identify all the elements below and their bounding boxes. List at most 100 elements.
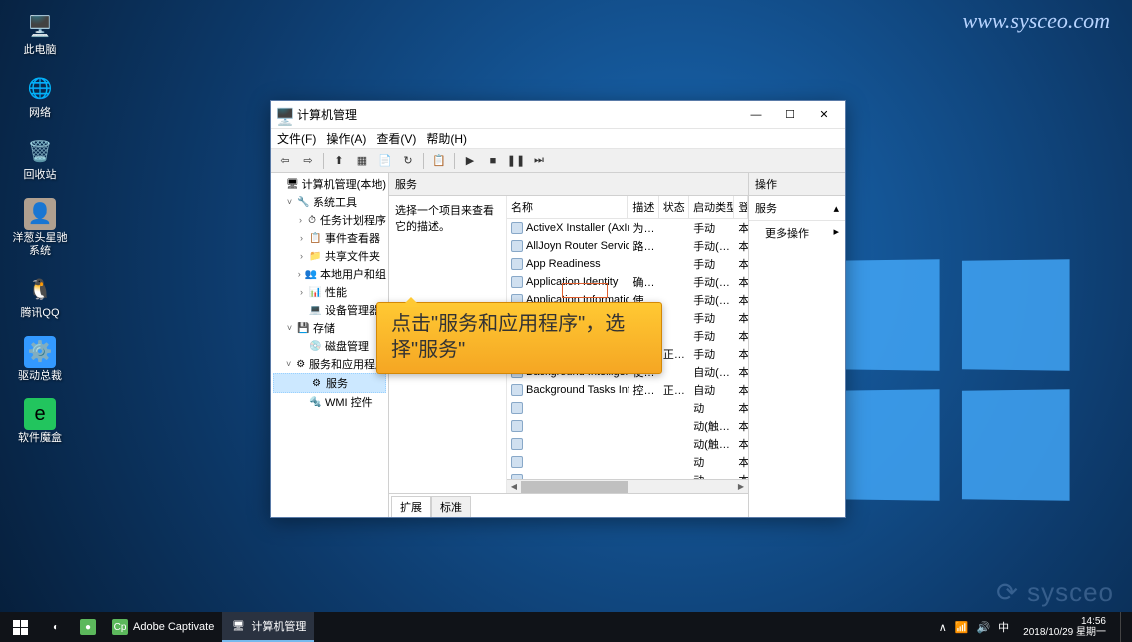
actions-more[interactable]: 更多操作▸ [749,221,845,245]
window-title: 计算机管理 [297,106,739,123]
actions-section[interactable]: 服务▴ [749,196,845,221]
tree-label: 计算机管理(本地) [302,176,386,192]
taskbar-clock[interactable]: 14:56 2018/10/29 星期一 [1017,616,1112,638]
tree-node[interactable]: ˅💾存储 [273,319,386,337]
tree-label: 事件查看器 [325,230,380,246]
service-row[interactable]: 动本 [507,453,748,471]
tray-icon[interactable]: 中 [998,619,1009,635]
tree-node[interactable]: ⚙服务 [273,373,386,393]
tree-node[interactable]: ›📁共享文件夹 [273,247,386,265]
desktop-icon-glyph: ⚙️ [24,336,56,368]
service-row[interactable]: ActiveX Installer (AxInstSV)为从…手动本 [507,219,748,237]
maximize-button[interactable]: ☐ [773,103,807,127]
desktop-icon-label: 回收站 [24,169,57,182]
restart-button[interactable]: ⏭ [529,151,549,171]
tree-label: 性能 [325,284,347,300]
service-row[interactable]: Background Tasks Infras…控制…正在…自动本 [507,381,748,399]
service-row[interactable]: App Readiness手动本 [507,255,748,273]
tree-icon: 💾 [297,322,310,335]
tree-icon: ⚙ [295,358,306,371]
tree-node[interactable]: ˅⚙服务和应用程序 [273,355,386,373]
service-row[interactable]: 动(触发…本 [507,435,748,453]
menu-item[interactable]: 帮助(H) [426,130,467,147]
column-header[interactable]: 名称 [507,196,628,218]
desktop-icon[interactable]: 🖥️此电脑 [10,10,70,57]
tree-icon: 👥 [305,268,317,281]
service-row[interactable]: 动本 [507,399,748,417]
export-button[interactable]: 📋 [429,151,449,171]
tree-node[interactable]: ›⏱任务计划程序 [273,211,386,229]
stop-button[interactable]: ■ [483,151,503,171]
play-button[interactable]: ▶ [460,151,480,171]
taskbar-item[interactable]: ● [72,612,104,642]
tree-icon: 💿 [309,340,322,353]
service-row[interactable]: AllJoyn Router Service路由…手动(触发…本 [507,237,748,255]
tray-icon[interactable]: ∧ [939,621,947,634]
start-button[interactable] [0,612,40,642]
desktop-icon[interactable]: 🐧腾讯QQ [10,273,70,320]
desktop-icon[interactable]: e软件魔盒 [10,398,70,445]
show-desktop-button[interactable] [1120,612,1124,642]
desktop-icon-glyph: e [24,398,56,430]
tree-node[interactable]: 🔩WMI 控件 [273,393,386,411]
tree-label: 共享文件夹 [325,248,380,264]
back-button[interactable]: ⇦ [275,151,295,171]
tree-icon: 📋 [309,232,322,245]
tree-icon: 💻 [309,304,322,317]
gear-icon [511,384,523,396]
system-tray[interactable]: ∧ 📶 🔊 中 [939,619,1009,635]
show-hide-button[interactable]: ▦ [352,151,372,171]
column-header[interactable]: 描述 [628,196,658,218]
tab-extended[interactable]: 扩展 [391,496,431,517]
column-header[interactable]: 启动类型 [689,196,734,218]
tree-icon: 📁 [309,250,322,263]
taskbar-item[interactable]: 🖥计算机管理 [222,612,314,642]
taskbar-item[interactable]: ◐ [40,612,72,642]
desktop-icon[interactable]: ⚙️驱动总裁 [10,336,70,383]
service-row[interactable]: Application Identity确定…手动(触发…本 [507,273,748,291]
taskbar-item[interactable]: CpAdobe Captivate [104,612,222,642]
tree-node[interactable]: ›👥本地用户和组 [273,265,386,283]
column-header[interactable]: 状态 [659,196,689,218]
forward-button[interactable]: ⇨ [298,151,318,171]
menu-item[interactable]: 查看(V) [376,130,416,147]
desktop-icon-label: 此电脑 [24,44,57,57]
column-header[interactable]: 登 [734,196,748,218]
properties-button[interactable]: 📄 [375,151,395,171]
service-row[interactable]: 动本 [507,471,748,479]
tree-node[interactable]: 💻设备管理器 [273,301,386,319]
close-button[interactable]: ✕ [807,103,841,127]
desktop-icon-label: 洋葱头星驰系统 [10,232,70,257]
taskbar-item-icon: 🖥 [230,618,246,634]
toolbar: ⇦ ⇨ ⬆ ▦ 📄 ↻ 📋 ▶ ■ ❚❚ ⏭ [271,149,845,173]
h-scrollbar[interactable]: ◀▶ [507,479,748,493]
tree-label: 任务计划程序 [320,212,386,228]
tree-node[interactable]: 💿磁盘管理 [273,337,386,355]
tray-icon[interactable]: 📶 [955,621,969,634]
tree-label: 本地用户和组 [320,266,386,282]
tree-node[interactable]: ˅🔧系统工具 [273,193,386,211]
tree-node[interactable]: ›📊性能 [273,283,386,301]
refresh-button[interactable]: ↻ [398,151,418,171]
up-button[interactable]: ⬆ [329,151,349,171]
taskbar-item-icon: Cp [112,619,128,635]
desktop-icon[interactable]: 👤洋葱头星驰系统 [10,198,70,257]
panel-header: 服务 [389,173,748,196]
chevron-right-icon: ▸ [833,225,839,241]
taskbar-item-icon: ● [80,619,96,635]
menu-item[interactable]: 操作(A) [326,130,366,147]
desktop-icon[interactable]: 🗑️回收站 [10,135,70,182]
tree-label: 设备管理器 [325,302,380,318]
tree-icon: ⚙ [310,377,323,390]
tab-standard[interactable]: 标准 [431,496,471,517]
menu-item[interactable]: 文件(F) [277,130,316,147]
minimize-button[interactable]: — [739,103,773,127]
gear-icon [511,258,523,270]
desktop-icon[interactable]: 🌐网络 [10,73,70,120]
tray-icon[interactable]: 🔊 [976,621,990,634]
titlebar[interactable]: 🖥️ 计算机管理 — ☐ ✕ [271,101,845,129]
tree-node[interactable]: ›📋事件查看器 [273,229,386,247]
pause-button[interactable]: ❚❚ [506,151,526,171]
tree-node[interactable]: 🖥计算机管理(本地) [273,175,386,193]
service-row[interactable]: 动(触发…本 [507,417,748,435]
